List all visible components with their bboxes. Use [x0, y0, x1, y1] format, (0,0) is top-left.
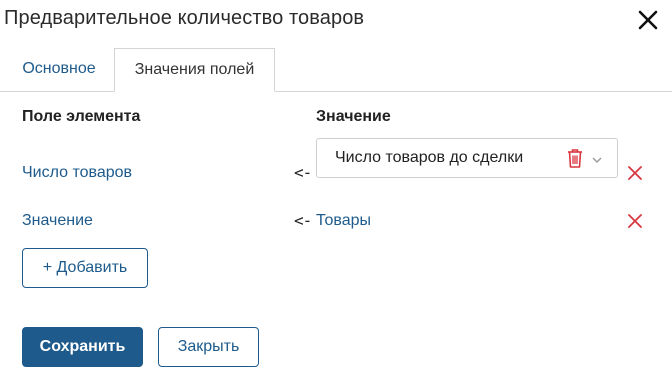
column-header-value: Значение — [316, 108, 391, 125]
tab-main[interactable]: Основное — [8, 48, 110, 92]
field-label-value[interactable]: Значение — [22, 212, 93, 230]
mapping-arrow: <- — [294, 211, 312, 230]
add-button[interactable]: + Добавить — [22, 248, 148, 288]
field-label-item-count[interactable]: Число товаров — [22, 164, 132, 182]
mapping-arrow: <- — [294, 163, 312, 182]
delete-row-icon[interactable] — [627, 213, 643, 229]
value-link[interactable]: Товары — [316, 212, 371, 230]
tab-field-values[interactable]: Значения полей — [114, 48, 275, 92]
column-header-field: Поле элемента — [22, 108, 141, 125]
value-select-text: Число товаров до сделки — [335, 149, 524, 166]
close-button[interactable]: Закрыть — [158, 327, 259, 367]
dialog-title: Предварительное количество товаров — [4, 7, 365, 29]
chevron-down-icon[interactable] — [591, 152, 603, 163]
delete-row-icon[interactable] — [627, 165, 643, 181]
save-button[interactable]: Сохранить — [22, 327, 143, 367]
tab-bar: Основное Значения полей — [0, 48, 672, 92]
value-select[interactable]: Число товаров до сделки — [316, 138, 618, 178]
trash-icon[interactable] — [565, 147, 585, 169]
close-icon[interactable] — [634, 6, 662, 34]
